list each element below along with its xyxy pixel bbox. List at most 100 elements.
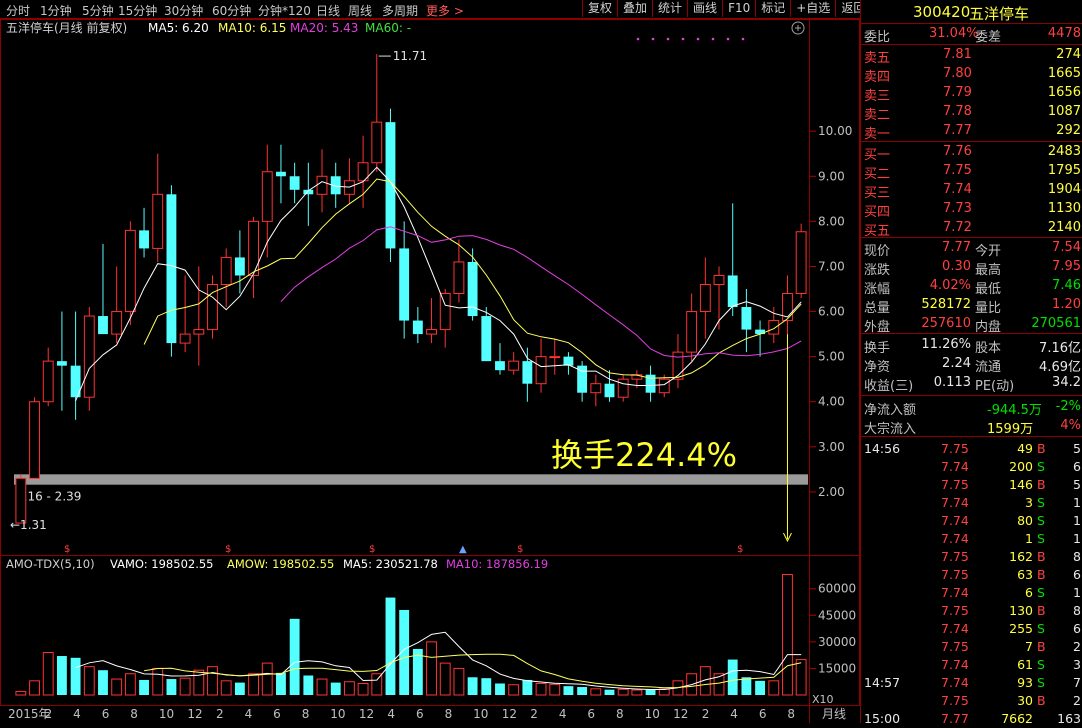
ask-level-5: 卖一 7.77 292 [864, 123, 1081, 142]
x-axis-label: 10 [473, 707, 488, 721]
candle [645, 365, 656, 402]
candle [426, 298, 437, 344]
volume-tick-label: 15000 [818, 661, 856, 675]
tick-row: 7.74 200 S 6 [941, 459, 1081, 474]
candle [727, 203, 738, 317]
chart-title: 五洋停车(月线 前复权) [6, 20, 127, 35]
period-tab-4[interactable]: 30分钟 [164, 2, 203, 19]
period-tab-3[interactable]: 15分钟 [118, 2, 157, 19]
tick-row: 7.75 146 B 5 [941, 477, 1081, 492]
x-axis-label: 8 [130, 707, 138, 721]
candle [152, 153, 164, 262]
candle [741, 289, 752, 353]
volume-bar [207, 666, 218, 696]
volume-bar [124, 673, 136, 696]
volume-bar [152, 667, 164, 696]
candle [563, 352, 574, 375]
period-tab-8[interactable]: 周线 [348, 2, 372, 19]
candle [56, 311, 67, 411]
volume-bar [453, 667, 465, 696]
kline-chart[interactable]: 10.009.008.007.006.005.004.003.002.002.1… [0, 19, 860, 723]
period-tab-9[interactable]: 多周期 [382, 2, 418, 19]
x-axis-label: 6 [416, 707, 424, 721]
volume-bar [727, 659, 738, 695]
candle [467, 248, 478, 321]
tick-row: 7.74 6 S 1 [941, 585, 1081, 600]
tool-button-2[interactable]: 统计 [652, 0, 687, 17]
tool-button-3[interactable]: 画线 [687, 0, 722, 17]
volume-bar [426, 641, 437, 696]
tool-button-1[interactable]: 叠加 [617, 0, 652, 17]
candle [193, 266, 205, 366]
volume-bar [481, 678, 492, 695]
volume-bar [522, 679, 533, 695]
candle [289, 162, 300, 204]
stat-row-1: 涨跌 0.30 最高 7.95 [864, 259, 1081, 278]
period-toolbar: 分时 1分钟 5分钟 15分钟 30分钟 60分钟 分钟*120 日线 周线 多周期 更多 > 复权… [0, 0, 865, 19]
event-marker: $ [369, 544, 375, 555]
tick-row: 7.74 61 S 3 [941, 657, 1081, 672]
volume-bar [29, 680, 40, 696]
candle [481, 307, 492, 362]
tick-row: 15:00 7.77 7662 163 [864, 711, 1081, 726]
volume-bar [795, 659, 807, 696]
price-tick-label: 3.00 [818, 440, 845, 454]
event-markers: $ $ $ $ $ ▲ [64, 544, 743, 555]
tick-row: 7.75 130 B 8 [941, 603, 1081, 618]
period-label: 月线 [822, 707, 846, 721]
tool-button-6[interactable]: +自选 [790, 0, 835, 17]
x-axis-label: 10 [159, 707, 174, 721]
candle [42, 347, 54, 407]
volume-bar [179, 677, 191, 696]
x-axis-label: 8 [302, 707, 310, 721]
period-tab-2[interactable]: 5分钟 [82, 2, 114, 19]
stock-code: 300420 [913, 3, 971, 21]
x-axis-label: 8 [787, 707, 795, 721]
volume-bar [385, 597, 396, 695]
x-axis: 2015年2 4 6 8 10 12 2 4 6 8 10 12 4 6 8 10 12 2 4 6 8 10 12 2 4 6 8 [8, 707, 795, 721]
tick-row: 7.75 7 B 2 [941, 639, 1081, 654]
ma5-legend: MA5: 6.20 [148, 21, 209, 35]
volume-bar [289, 618, 300, 695]
bid-level-1: 买一 7.76 2483 [864, 144, 1081, 163]
turnover-annotation: 换手224.4% [551, 436, 737, 474]
tool-button-0[interactable]: 复权 [582, 0, 617, 17]
candle [15, 474, 27, 524]
volume-bar [83, 666, 95, 696]
tool-button-4[interactable]: F10 [722, 0, 755, 17]
price-tick-label: 9.00 [818, 169, 845, 183]
candle [70, 311, 81, 420]
candle [276, 144, 286, 204]
candle [220, 248, 232, 308]
candle [699, 257, 711, 339]
candle [399, 221, 410, 339]
volume-tick-label: 60000 [818, 582, 856, 596]
candle [768, 307, 780, 344]
volume-bar [220, 680, 232, 696]
period-tab-5[interactable]: 60分钟 [212, 2, 251, 19]
signal-dots [636, 37, 745, 41]
more-periods-button[interactable]: 更多 > [426, 2, 464, 19]
period-tab-6[interactable]: 分钟*120 [258, 2, 311, 19]
volume-bar [604, 689, 615, 695]
tick-row: 14:56 7.75 49 B 5 [864, 441, 1081, 456]
chart-tools: 复权 叠加 统计 画线 F10 标记 +自选 返回 [582, 0, 870, 18]
candle [316, 149, 328, 213]
period-tab-7[interactable]: 日线 [316, 2, 340, 19]
period-tab-1[interactable]: 1分钟 [40, 2, 72, 19]
tick-row: 7.74 80 S 1 [941, 513, 1081, 528]
x-axis-label: 6 [102, 707, 110, 721]
x-axis-label: 12 [359, 707, 374, 721]
volume-bar [98, 670, 108, 695]
volume-unit: X10 [812, 693, 834, 706]
tool-button-5[interactable]: 标记 [755, 0, 790, 17]
settings-icon[interactable] [791, 21, 805, 35]
ask-level-2: 卖四 7.80 1665 [864, 66, 1081, 85]
candle [549, 338, 561, 375]
volume-bar [535, 682, 547, 696]
candle [672, 334, 684, 389]
candle [535, 338, 547, 393]
volume-bar [439, 662, 451, 696]
period-tab-0[interactable]: 分时 [6, 2, 30, 19]
x-axis-label: 4 [730, 707, 738, 721]
